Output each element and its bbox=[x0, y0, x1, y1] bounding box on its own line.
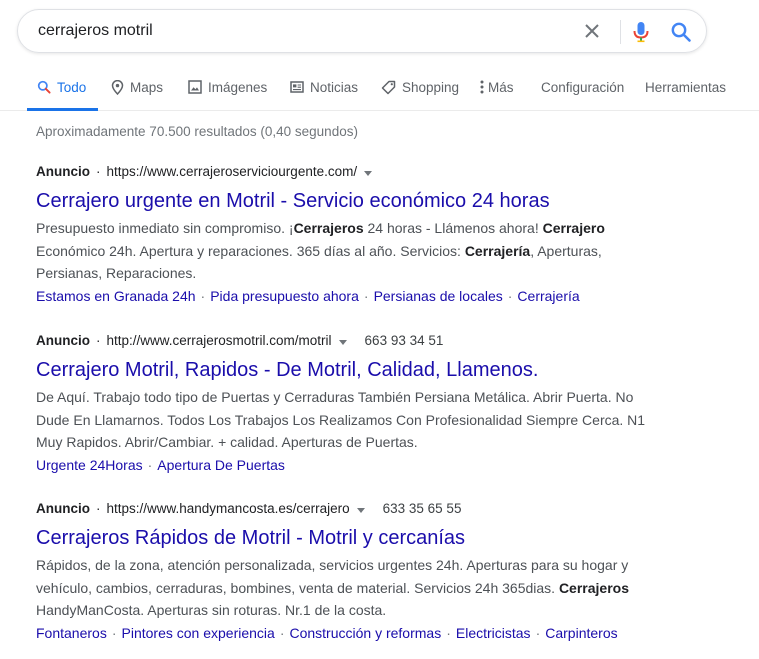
dropdown-arrow-icon[interactable] bbox=[338, 339, 347, 345]
sitelink-separator: · bbox=[111, 624, 117, 641]
ad-title[interactable]: Cerrajero urgente en Motril - Servicio e… bbox=[36, 188, 746, 214]
sitelink-separator: · bbox=[535, 624, 541, 641]
ad-sitelinks: Urgente 24Horas · Apertura De Puertas bbox=[36, 454, 746, 476]
sitelink-separator: · bbox=[200, 287, 206, 304]
ad-header: Anuncio · http://www.cerrajerosmotril.co… bbox=[36, 331, 746, 351]
microphone-icon[interactable] bbox=[631, 21, 651, 43]
tab-configuracion[interactable]: Configuración bbox=[541, 64, 624, 110]
active-tab-indicator bbox=[27, 108, 98, 111]
sitelink-separator: · bbox=[279, 624, 285, 641]
ad-description: De Aquí. Trabajo todo tipo de Puertas y … bbox=[36, 386, 646, 454]
ad-description: Presupuesto inmediato sin compromiso. ¡C… bbox=[36, 217, 646, 285]
search-input[interactable]: cerrajeros motril bbox=[38, 10, 153, 52]
separator-dot: · bbox=[96, 164, 101, 179]
ad-sitelinks: Estamos en Granada 24h · Pida presupuesto … bbox=[36, 285, 746, 307]
ad-header: Anuncio · https://www.handymancosta.es/c… bbox=[36, 499, 746, 519]
result-stats: Aproximadamente 70.500 resultados (0,40 … bbox=[36, 124, 358, 139]
ad-label: Anuncio bbox=[36, 333, 90, 348]
description-text: 24 horas - Llámenos ahora! bbox=[363, 220, 543, 236]
sitelink[interactable]: Cerrajería bbox=[517, 288, 579, 304]
tab-label: Más bbox=[488, 79, 514, 95]
tab-label: Shopping bbox=[402, 79, 460, 95]
tab-label: Configuración bbox=[541, 79, 625, 95]
sitelink[interactable]: Pintores con experiencia bbox=[122, 625, 275, 641]
ad-title[interactable]: Cerrajeros Rápidos de Motril - Motril y … bbox=[36, 525, 746, 551]
highlighted-keyword: Cerrajería bbox=[464, 242, 531, 259]
search-divider bbox=[620, 20, 621, 44]
search-box[interactable]: cerrajeros motril bbox=[17, 9, 707, 53]
tab-imagenes[interactable]: Imágenes bbox=[188, 64, 267, 110]
tab-label: Imágenes bbox=[208, 79, 268, 95]
tab-label: Todo bbox=[57, 79, 87, 95]
ad-result: Anuncio · https://www.handymancosta.es/c… bbox=[36, 499, 746, 644]
tab-noticias[interactable]: Noticias bbox=[290, 64, 358, 110]
sitelink[interactable]: Pida presupuesto ahora bbox=[210, 288, 359, 304]
ad-url[interactable]: https://www.cerrajeroserviciourgente.com… bbox=[107, 162, 358, 182]
tab-maps[interactable]: Maps bbox=[111, 64, 163, 110]
sitelink[interactable]: Carpinteros bbox=[545, 625, 617, 641]
tab-herramientas[interactable]: Herramientas bbox=[645, 64, 726, 110]
tab-label: Noticias bbox=[310, 79, 359, 95]
description-text: Presupuesto inmediato sin compromiso. ¡ bbox=[36, 220, 294, 236]
sitelink-separator: · bbox=[446, 624, 451, 641]
separator-dot: · bbox=[96, 333, 101, 348]
tab-mas[interactable]: Más bbox=[480, 64, 514, 110]
sitelink[interactable]: Persianas de locales bbox=[374, 288, 503, 304]
search-icon bbox=[37, 80, 51, 94]
ad-result: Anuncio · http://www.cerrajerosmotril.co… bbox=[36, 331, 746, 476]
description-text: De Aquí. Trabajo todo tipo de Puertas y … bbox=[36, 389, 646, 450]
sitelink[interactable]: Construcción y reformas bbox=[289, 625, 441, 641]
ad-url[interactable]: http://www.cerrajerosmotril.com/motril bbox=[107, 331, 332, 351]
tag-icon bbox=[381, 80, 396, 94]
separator-dot: · bbox=[96, 501, 101, 516]
dropdown-arrow-icon[interactable] bbox=[364, 170, 373, 176]
news-icon bbox=[290, 81, 304, 93]
clear-icon[interactable] bbox=[583, 22, 601, 40]
description-text: HandyManCosta. Aperturas sin roturas. Nr… bbox=[36, 602, 387, 618]
ad-title[interactable]: Cerrajero Motril, Rapidos - De Motril, C… bbox=[36, 357, 746, 383]
more-vert-icon bbox=[480, 80, 484, 94]
dropdown-arrow-icon[interactable] bbox=[356, 507, 365, 513]
highlighted-keyword: Cerrajeros bbox=[293, 220, 364, 236]
sitelink-separator: · bbox=[507, 287, 513, 304]
ad-phone[interactable]: 663 93 34 51 bbox=[365, 331, 444, 351]
sitelink[interactable]: Urgente 24Horas bbox=[36, 457, 143, 473]
sitelink[interactable]: Electricistas bbox=[456, 625, 531, 641]
sitelink[interactable]: Fontaneros bbox=[36, 625, 107, 641]
tab-todo[interactable]: Todo bbox=[37, 64, 86, 110]
image-icon bbox=[188, 80, 202, 94]
description-text: Rápidos, de la zona, atención personaliz… bbox=[36, 557, 629, 596]
ad-sitelinks: Fontaneros · Pintores con experiencia · Cons… bbox=[36, 622, 746, 644]
ad-label: Anuncio bbox=[36, 501, 90, 516]
sitelink-separator: · bbox=[363, 287, 369, 304]
tab-shopping[interactable]: Shopping bbox=[381, 64, 459, 110]
tab-label: Herramientas bbox=[645, 79, 727, 95]
search-tabs: Todo Maps Imágenes Noticias Shopping Más… bbox=[0, 64, 759, 111]
tab-label: Maps bbox=[130, 79, 164, 95]
ad-url[interactable]: https://www.handymancosta.es/cerrajero bbox=[107, 499, 350, 519]
search-icon[interactable] bbox=[670, 21, 692, 43]
highlighted-keyword: Cerrajero bbox=[542, 220, 605, 236]
ad-phone[interactable]: 633 35 65 55 bbox=[383, 499, 462, 519]
ad-description: Rápidos, de la zona, atención personaliz… bbox=[36, 554, 646, 622]
ad-label: Anuncio bbox=[36, 164, 90, 179]
description-text: Económico 24h. Apertura y reparaciones. … bbox=[36, 242, 465, 259]
sitelink[interactable]: Apertura De Puertas bbox=[157, 457, 285, 473]
sitelink-separator: · bbox=[147, 456, 153, 473]
ad-result: Anuncio · https://www.cerrajeroserviciou… bbox=[36, 162, 746, 307]
ad-header: Anuncio · https://www.cerrajeroserviciou… bbox=[36, 162, 746, 182]
sitelink[interactable]: Estamos en Granada 24h bbox=[36, 288, 196, 304]
map-pin-icon bbox=[111, 79, 124, 95]
highlighted-keyword: Cerrajeros bbox=[558, 579, 629, 596]
